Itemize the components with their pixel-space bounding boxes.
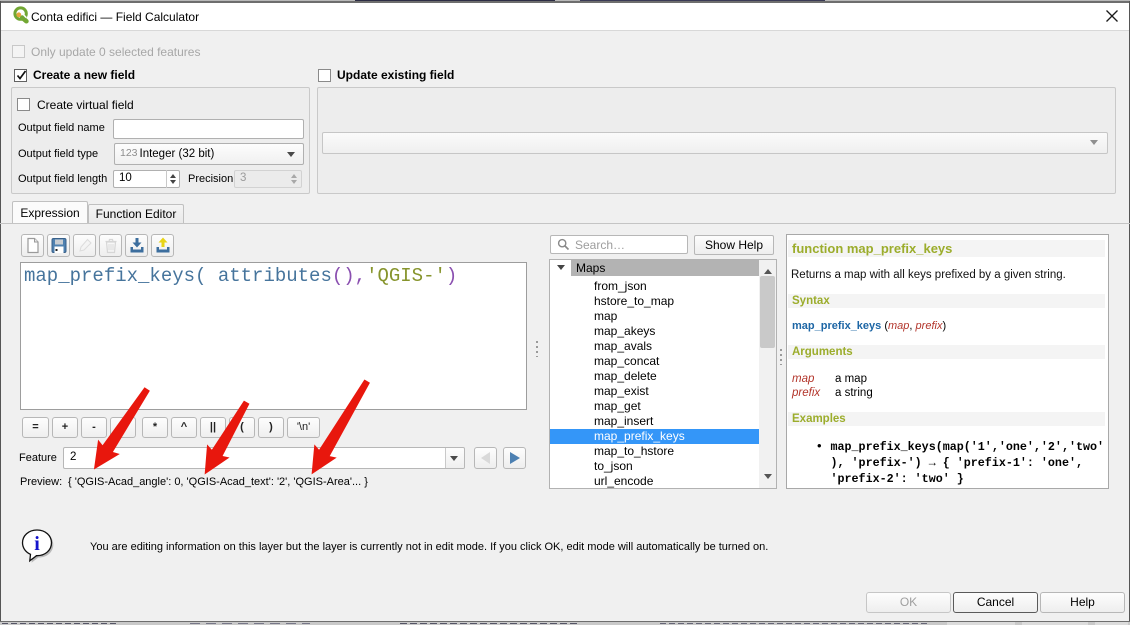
svg-text:i: i [34, 533, 40, 555]
